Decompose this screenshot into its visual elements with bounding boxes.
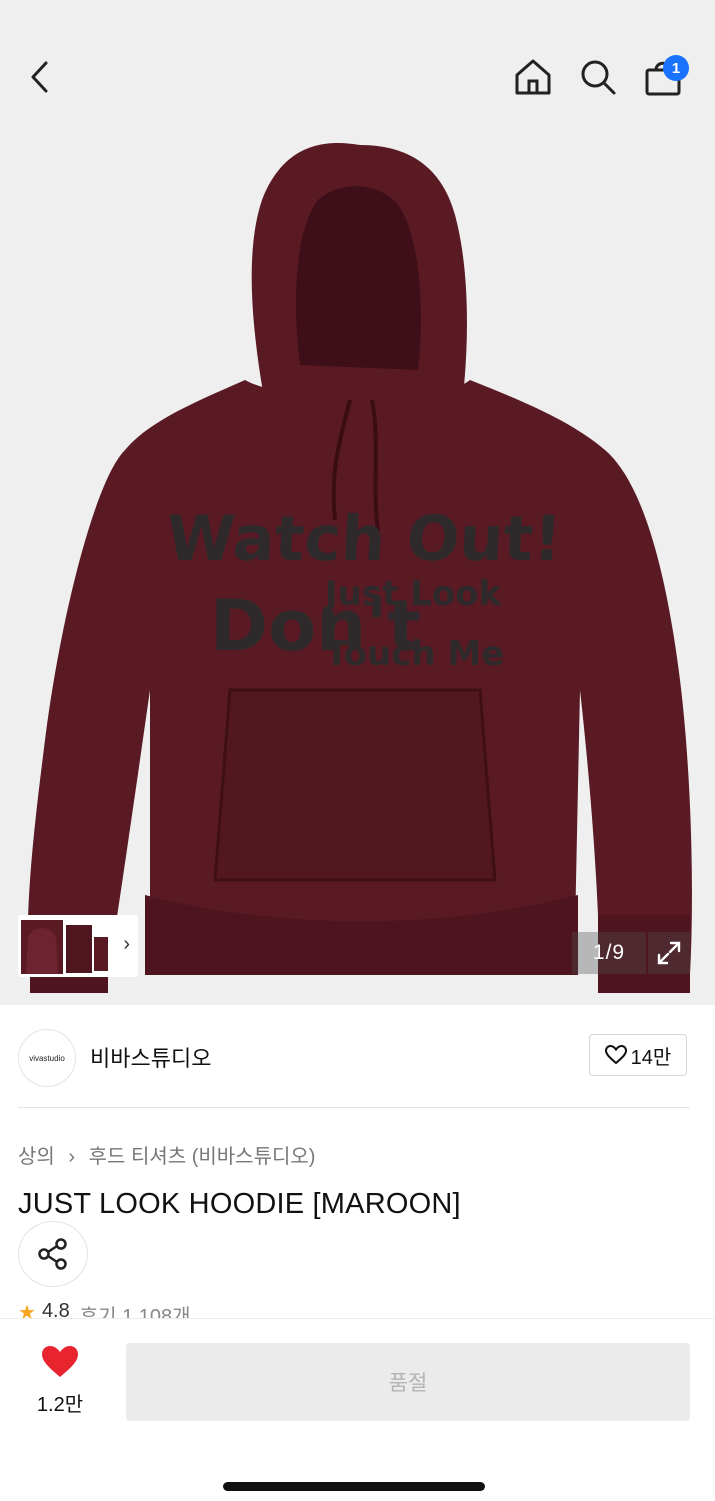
brand-row: vivastudio 비바스튜디오 14만 <box>0 1005 715 1108</box>
brand-logo-text: vivastudio <box>29 1053 65 1063</box>
image-counter: 1/9 <box>572 932 646 974</box>
home-indicator <box>223 1482 485 1491</box>
sold-out-button[interactable]: 품절 <box>126 1343 690 1421</box>
home-icon <box>515 59 551 95</box>
home-button[interactable] <box>503 40 563 114</box>
share-icon <box>38 1238 67 1270</box>
thumbnail-images <box>21 920 108 974</box>
search-icon <box>581 60 616 95</box>
share-button[interactable] <box>18 1221 88 1287</box>
brand-like-count: 14만 <box>630 1046 672 1069</box>
search-button[interactable] <box>568 40 628 114</box>
wishlist-button[interactable]: 1.2만 <box>24 1345 96 1416</box>
rating-value: 4.8 <box>41 1300 70 1318</box>
print-line-4: Touch Me <box>325 634 504 674</box>
thumbnail-strip[interactable]: › <box>18 915 138 977</box>
rating-summary[interactable]: ★ 4.8 후기 1,108개 <box>18 1300 191 1318</box>
product-title: JUST LOOK HOODIE [MAROON] <box>18 1188 461 1220</box>
chevron-right-icon: › <box>68 1146 76 1168</box>
breadcrumb-item[interactable]: 상의 <box>18 1146 55 1168</box>
heart-filled-icon <box>42 1346 78 1377</box>
breadcrumb: 상의 › 후드 티셔츠 (비바스튜디오) <box>18 1140 315 1169</box>
chevron-left-icon <box>31 61 48 93</box>
print-line-1: Watch Out! <box>165 502 564 575</box>
brand-logo[interactable]: vivastudio <box>18 1029 76 1087</box>
cart-count-badge: 1 <box>663 55 689 81</box>
top-nav-bar <box>0 40 715 114</box>
print-line-3: Just Look <box>323 574 503 614</box>
bottom-action-bar: 1.2만 품절 <box>0 1318 715 1501</box>
heart-outline-icon <box>604 1045 627 1065</box>
breadcrumb-item[interactable]: 후드 티셔츠 (비바스튜디오) <box>89 1146 316 1168</box>
star-icon: ★ <box>18 1302 36 1318</box>
thumbnail-next-icon[interactable]: › <box>123 933 130 956</box>
brand-like-button[interactable]: 14만 <box>589 1034 687 1076</box>
review-count: 후기 1,108개 <box>79 1306 191 1318</box>
brand-name[interactable]: 비바스튜디오 <box>90 1041 211 1073</box>
back-button[interactable] <box>10 40 70 114</box>
expand-button[interactable] <box>648 932 690 974</box>
wishlist-count: 1.2만 <box>36 1394 84 1416</box>
expand-icon <box>657 941 681 965</box>
product-image: Watch Out! Don't Just Look Touch Me <box>27 143 692 993</box>
divider <box>18 1107 690 1108</box>
product-image-gallery[interactable]: Watch Out! Don't Just Look Touch Me 1 › … <box>0 0 715 1005</box>
